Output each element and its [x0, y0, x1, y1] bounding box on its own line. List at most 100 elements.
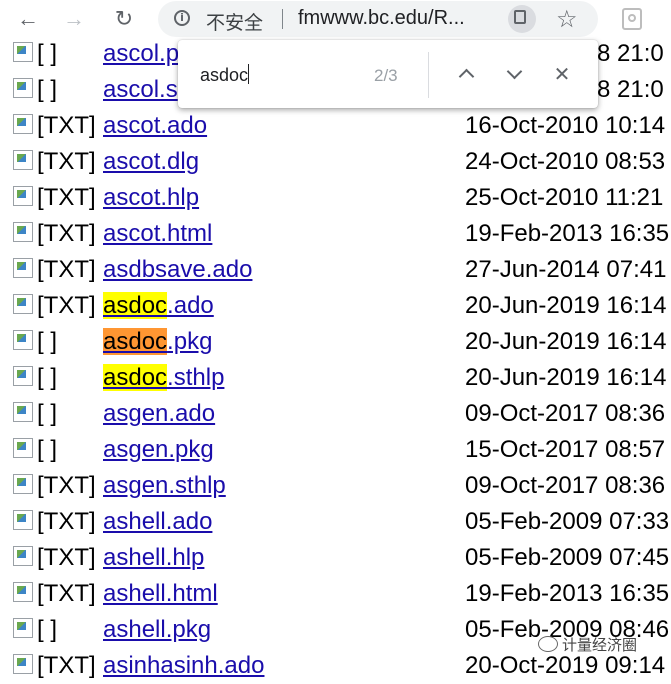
file-link[interactable]: ascot.dlg — [103, 144, 199, 180]
browser-toolbar: ← → ↻ i 不安全 fmwww.bc.edu/R... ☆ — [0, 0, 671, 38]
modified-date: 16-Oct-2010 10:14 — [465, 112, 666, 139]
file-type-icon — [13, 546, 33, 566]
file-type-icon — [13, 618, 33, 638]
file-type-icon — [13, 474, 33, 494]
url-text[interactable]: fmwww.bc.edu/R... — [298, 7, 488, 30]
file-type-icon — [13, 294, 33, 314]
file-name: asinhasinh.ado — [103, 652, 265, 679]
file-type-icon — [13, 42, 33, 62]
file-type-label: [TXT] — [37, 256, 96, 283]
file-type-label: [ ] — [37, 40, 58, 67]
file-type-label: [ ] — [37, 328, 58, 355]
file-name: ascot.dlg — [103, 148, 200, 175]
file-name: ascot.hlp — [103, 184, 200, 211]
table-row: [TXT] ashell.html 19-Feb-2013 16:35 — [0, 576, 671, 612]
table-row: [ ] asdoc.pkg 20-Jun-2019 16:14 — [0, 324, 671, 360]
file-type-label: [TXT] — [37, 544, 96, 571]
find-divider — [428, 52, 429, 98]
file-type-icon — [13, 222, 33, 242]
file-link[interactable]: asgen.ado — [103, 396, 215, 432]
chevron-down-icon — [506, 63, 523, 80]
file-type-label: [TXT] — [37, 580, 96, 607]
file-type-label: [ ] — [37, 76, 58, 103]
wechat-logo-icon — [538, 636, 558, 652]
file-type-icon — [13, 366, 33, 386]
file-type-icon — [13, 150, 33, 170]
search-highlight: asdoc — [103, 328, 168, 355]
file-link[interactable]: ascot.html — [103, 216, 212, 252]
file-type-label: [TXT] — [37, 292, 96, 319]
file-link[interactable]: ashell.ado — [103, 504, 212, 540]
file-type-icon — [13, 402, 33, 422]
modified-date: 27-Jun-2014 07:41 — [465, 256, 667, 283]
find-input[interactable]: asdoc — [200, 64, 250, 86]
search-highlight: asdoc — [103, 292, 168, 319]
find-icon[interactable] — [508, 5, 536, 33]
file-type-label: [ ] — [37, 616, 58, 643]
file-name: ascot.ado — [103, 112, 208, 139]
file-type-label: [TXT] — [37, 184, 96, 211]
file-name: .pkg — [167, 328, 213, 355]
find-previous-button[interactable] — [454, 62, 478, 86]
file-name: asgen.pkg — [103, 436, 214, 463]
file-link[interactable]: asgen.sthlp — [103, 468, 226, 504]
file-name: ascol.p — [103, 40, 180, 67]
table-row: [ ] asgen.ado 09-Oct-2017 08:36 — [0, 396, 671, 432]
file-name: asgen.sthlp — [103, 472, 226, 499]
reload-icon[interactable]: ↻ — [110, 5, 138, 33]
file-type-icon — [13, 258, 33, 278]
file-link[interactable]: ashell.html — [103, 576, 218, 612]
file-link[interactable]: ascol.p — [103, 36, 179, 72]
modified-date: 20-Jun-2019 16:14 — [465, 364, 667, 391]
modified-date: 24-Oct-2010 08:53 — [465, 148, 666, 175]
modified-date: 15-Oct-2017 08:57 — [465, 436, 666, 463]
file-type-icon — [13, 438, 33, 458]
table-row: [TXT] ascot.ado 16-Oct-2010 10:14 — [0, 108, 671, 144]
modified-date: 09-Oct-2017 08:36 — [465, 472, 666, 499]
modified-date: 05-Feb-2009 07:33 — [465, 508, 670, 535]
find-close-button[interactable]: ✕ — [550, 62, 574, 86]
file-link[interactable]: asgen.pkg — [103, 432, 214, 468]
file-type-label: [TXT] — [37, 220, 96, 247]
extension-icon[interactable] — [622, 8, 642, 30]
table-row: [ ] asgen.pkg 15-Oct-2017 08:57 — [0, 432, 671, 468]
file-link[interactable]: ashell.pkg — [103, 612, 211, 648]
file-link[interactable]: asdoc.pkg — [103, 324, 212, 360]
search-highlight: asdoc — [103, 364, 168, 391]
file-name: ascol.s — [103, 76, 178, 103]
file-type-label: [TXT] — [37, 112, 96, 139]
file-type-label: [ ] — [37, 400, 58, 427]
file-name: ashell.hlp — [103, 544, 205, 571]
back-arrow-icon[interactable]: ← — [14, 5, 42, 33]
table-row: [TXT] ascot.hlp 25-Oct-2010 11:21 — [0, 180, 671, 216]
file-link[interactable]: asinhasinh.ado — [103, 648, 264, 684]
file-type-icon — [13, 186, 33, 206]
file-name: asgen.ado — [103, 400, 216, 427]
modified-date: 19-Feb-2013 16:35 — [465, 220, 670, 247]
file-type-label: [ ] — [37, 364, 58, 391]
file-type-label: [ ] — [37, 436, 58, 463]
file-link[interactable]: ashell.hlp — [103, 540, 204, 576]
file-link[interactable]: ascot.ado — [103, 108, 207, 144]
file-link[interactable]: ascot.hlp — [103, 180, 199, 216]
modified-date: 8 21:0 — [597, 40, 664, 67]
table-row: [TXT] asgen.sthlp 09-Oct-2017 08:36 — [0, 468, 671, 504]
security-label[interactable]: 不安全 — [206, 8, 263, 35]
modified-date: 09-Oct-2017 08:36 — [465, 400, 666, 427]
file-link[interactable]: ascol.s — [103, 72, 178, 108]
address-bar[interactable]: i 不安全 fmwww.bc.edu/R... ☆ — [158, 1, 598, 37]
forward-arrow-icon[interactable]: → — [60, 5, 88, 33]
file-type-label: [TXT] — [37, 148, 96, 175]
file-link[interactable]: asdoc.ado — [103, 288, 214, 324]
address-divider — [282, 9, 283, 29]
table-row: [TXT] ashell.hlp 05-Feb-2009 07:45 — [0, 540, 671, 576]
info-icon[interactable]: i — [174, 10, 190, 26]
table-row: [TXT] ascot.dlg 24-Oct-2010 08:53 — [0, 144, 671, 180]
star-icon[interactable]: ☆ — [556, 5, 578, 33]
file-link[interactable]: asdbsave.ado — [103, 252, 252, 288]
file-type-label: [TXT] — [37, 652, 96, 679]
find-next-button[interactable] — [502, 62, 526, 86]
file-link[interactable]: asdoc.sthlp — [103, 360, 224, 396]
file-type-icon — [13, 582, 33, 602]
file-type-label: [TXT] — [37, 472, 96, 499]
